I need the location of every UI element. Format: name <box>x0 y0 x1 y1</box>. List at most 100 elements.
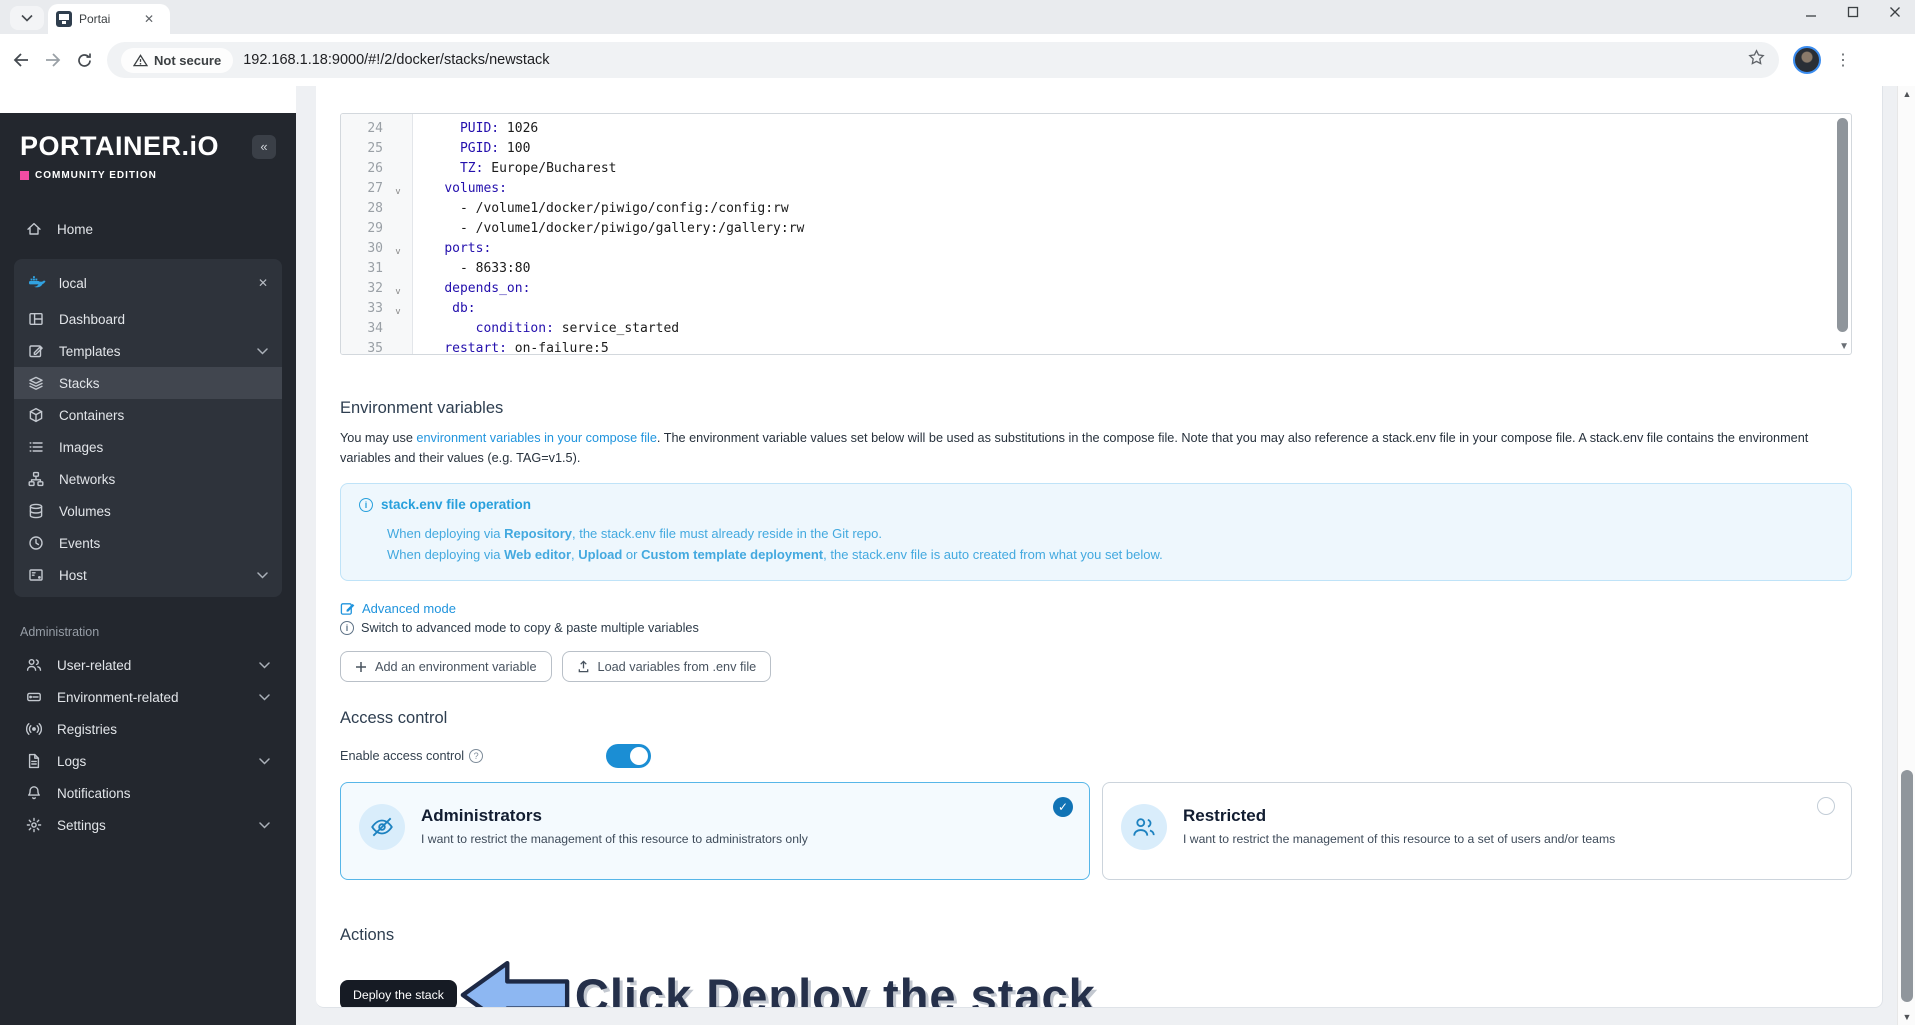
code-text: PGID: 100 <box>459 141 531 156</box>
sidebar-item-user-related[interactable]: User-related <box>14 649 282 681</box>
sidebar-item-label: Host <box>59 567 87 583</box>
env-variables-heading: Environment variables <box>340 399 504 417</box>
sidebar-item-logs[interactable]: Logs <box>14 745 282 777</box>
code-text: db: <box>452 301 476 316</box>
tab-close-icon[interactable]: ✕ <box>144 12 154 26</box>
sidebar: PORTAINER.iO « COMMUNITY EDITION Home lo… <box>0 113 296 1025</box>
url-bar[interactable]: Not secure 192.168.1.18:9000/#!/2/docker… <box>107 42 1779 78</box>
editor-line-30: 30 v ports: <box>341 239 1851 259</box>
editor-scrollbar[interactable] <box>1837 118 1848 336</box>
fold-gutter <box>383 339 413 354</box>
scrollbar-thumb[interactable] <box>1901 770 1913 1002</box>
editor-line-31: 31 - 8633:80 <box>341 259 1851 279</box>
portainer-favicon <box>56 11 72 27</box>
upload-icon <box>578 660 588 673</box>
minimize-icon[interactable] <box>1805 6 1817 18</box>
reload-button[interactable] <box>76 52 93 69</box>
bell-icon <box>26 785 43 801</box>
broadcast-icon <box>26 721 43 737</box>
host-icon <box>28 567 45 583</box>
compose-editor[interactable]: 24 PUID: 1026 25 PGID: 100 26 TZ: Europe/B… <box>340 113 1852 355</box>
sidebar-item-label: Networks <box>59 471 116 487</box>
editor-scroll-down-icon[interactable]: ▼ <box>1839 341 1849 352</box>
chevron-down-icon <box>257 571 268 579</box>
sidebar-item-stacks[interactable]: Stacks <box>14 367 282 399</box>
fold-arrow-icon[interactable]: v <box>383 279 413 299</box>
editor-line-33: 33 v db: <box>341 299 1851 319</box>
sidebar-item-host[interactable]: Host <box>14 559 282 591</box>
maximize-icon[interactable] <box>1847 6 1859 18</box>
code-text: restart: on-failure:5 <box>444 341 609 355</box>
close-window-icon[interactable] <box>1889 6 1901 18</box>
line-number: 24 <box>367 121 383 136</box>
line-number: 32 <box>367 281 383 296</box>
security-label: Not secure <box>154 52 222 68</box>
restricted-option-card[interactable]: Restricted I want to restrict the manage… <box>1102 782 1852 880</box>
advanced-mode-link[interactable]: Advanced mode <box>340 601 1852 616</box>
database-icon <box>28 503 45 519</box>
sidebar-item-home[interactable]: Home <box>14 213 282 245</box>
sidebar-item-environment-related[interactable]: Environment-related <box>14 681 282 713</box>
edit-icon <box>340 603 355 615</box>
selected-check-icon: ✓ <box>1053 797 1073 817</box>
sidebar-item-images[interactable]: Images <box>14 431 282 463</box>
sidebar-item-label: User-related <box>57 657 132 673</box>
browser-tab[interactable]: Portai ✕ <box>48 4 170 34</box>
sidebar-item-dashboard[interactable]: Dashboard <box>14 303 282 335</box>
editor-line-32: 32 v depends_on: <box>341 279 1851 299</box>
scroll-down-icon[interactable]: ▼ <box>1898 1009 1915 1025</box>
sidebar-item-label: Notifications <box>57 785 131 801</box>
chevron-down-icon <box>259 693 270 701</box>
info-icon: i <box>340 621 354 635</box>
sidebar-item-events[interactable]: Events <box>14 527 282 559</box>
enable-access-control-label: Enable access control <box>340 749 465 763</box>
tab-list-button[interactable] <box>10 6 44 30</box>
line-number: 34 <box>367 321 383 336</box>
environment-close-icon[interactable]: ✕ <box>258 276 268 290</box>
fold-arrow-icon[interactable]: v <box>383 179 413 199</box>
administrators-option-card[interactable]: Administrators I want to restrict the ma… <box>340 782 1090 880</box>
forward-button[interactable] <box>44 52 62 68</box>
code-text: ports: <box>444 241 492 256</box>
scroll-up-icon[interactable]: ▲ <box>1898 86 1915 102</box>
sidebar-item-settings[interactable]: Settings <box>14 809 282 841</box>
fold-gutter <box>383 259 413 279</box>
compose-env-vars-link[interactable]: environment variables in your compose fi… <box>416 431 656 445</box>
restricted-radio[interactable] <box>1817 797 1835 815</box>
network-icon <box>28 471 45 487</box>
access-control-toggle[interactable] <box>606 744 652 768</box>
page-scrollbar[interactable]: ▲ ▼ <box>1897 86 1915 1025</box>
profile-avatar[interactable] <box>1793 46 1821 74</box>
sidebar-collapse-button[interactable]: « <box>252 134 276 159</box>
sidebar-item-notifications[interactable]: Notifications <box>14 777 282 809</box>
fold-arrow-icon[interactable]: v <box>383 239 413 259</box>
sidebar-item-label: Settings <box>57 817 106 833</box>
fold-arrow-icon[interactable]: v <box>383 299 413 319</box>
sidebar-item-label: Stacks <box>59 375 100 391</box>
browser-menu-icon[interactable]: ⋮ <box>1835 52 1851 68</box>
bookmark-star-icon[interactable] <box>1748 49 1765 71</box>
environment-panel: local ✕ Dashboard Templates Stacks Containe… <box>14 259 282 597</box>
sidebar-item-label: Events <box>59 535 101 551</box>
environment-header-local[interactable]: local ✕ <box>14 263 282 303</box>
fold-gutter <box>383 219 413 239</box>
back-button[interactable] <box>12 52 30 68</box>
chevron-down-icon <box>21 14 33 22</box>
security-chip[interactable]: Not secure <box>121 47 234 73</box>
sidebar-item-templates[interactable]: Templates <box>14 335 282 367</box>
sidebar-item-networks[interactable]: Networks <box>14 463 282 495</box>
deploy-stack-button[interactable]: Deploy the stack <box>340 980 457 1007</box>
add-env-variable-button[interactable]: Add an environment variable <box>340 651 552 682</box>
sidebar-item-containers[interactable]: Containers <box>14 399 282 431</box>
home-icon <box>26 221 43 237</box>
edit-icon <box>28 343 45 359</box>
users-icon <box>26 657 43 673</box>
load-env-file-button[interactable]: Load variables from .env file <box>561 651 772 682</box>
sidebar-item-label: Logs <box>57 753 87 769</box>
portainer-logo: PORTAINER.iO <box>20 131 220 161</box>
sidebar-item-registries[interactable]: Registries <box>14 713 282 745</box>
help-icon: ? <box>469 749 484 763</box>
code-text: depends_on: <box>444 281 531 296</box>
sidebar-item-label: Volumes <box>59 503 111 519</box>
sidebar-item-volumes[interactable]: Volumes <box>14 495 282 527</box>
